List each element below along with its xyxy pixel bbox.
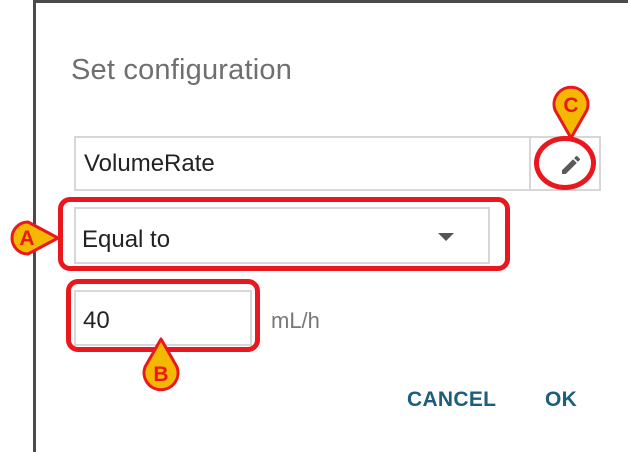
cancel-button[interactable]: CANCEL — [407, 388, 496, 412]
marker-a-label: A — [19, 227, 34, 250]
unit-label: mL/h — [271, 308, 320, 333]
annotation-marker-b: B — [142, 337, 180, 392]
annotation-marker-c: C — [552, 85, 590, 140]
marker-b-label: B — [153, 363, 168, 386]
marker-c-label: C — [563, 94, 578, 117]
parameter-value: VolumeRate — [84, 150, 215, 177]
dialog-title: Set configuration — [71, 54, 293, 86]
ok-button[interactable]: OK — [545, 388, 577, 412]
highlight-a — [58, 197, 510, 271]
annotation-marker-a: A — [10, 220, 60, 256]
highlight-c — [534, 136, 596, 190]
